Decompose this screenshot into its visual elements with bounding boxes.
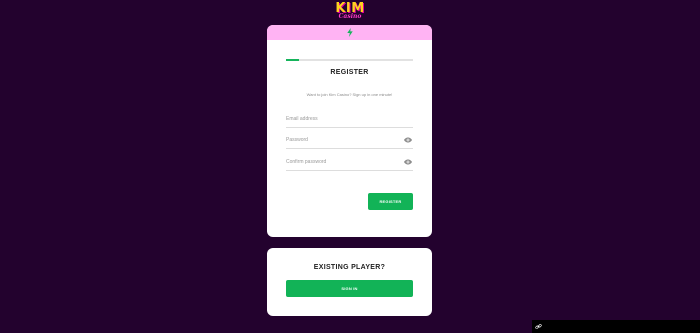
sign-in-button[interactable]: SIGN IN bbox=[286, 280, 413, 297]
email-field-wrapper bbox=[286, 111, 413, 128]
registration-progress bbox=[286, 59, 413, 61]
confirm-password-field-wrapper bbox=[286, 154, 413, 171]
eye-icon[interactable] bbox=[404, 159, 412, 165]
lightning-bolt-icon bbox=[346, 28, 353, 37]
register-card-header bbox=[267, 25, 432, 40]
register-card: REGISTER Want to join Kim Casino? Sign u… bbox=[267, 25, 432, 237]
eye-icon[interactable] bbox=[404, 137, 412, 143]
email-field[interactable] bbox=[286, 111, 398, 127]
registration-progress-fill bbox=[286, 59, 299, 61]
link-status-bar bbox=[532, 320, 700, 333]
confirm-password-field[interactable] bbox=[286, 154, 398, 170]
link-icon[interactable] bbox=[535, 323, 542, 330]
site-logo[interactable]: KIM Casino bbox=[330, 2, 370, 20]
register-button[interactable]: REGISTER bbox=[368, 193, 413, 210]
register-title: REGISTER bbox=[330, 69, 369, 76]
password-field-wrapper bbox=[286, 132, 413, 149]
register-subtitle: Want to join Kim Casino? Sign up in one … bbox=[306, 92, 393, 97]
existing-player-card: EXISTING PLAYER? SIGN IN bbox=[267, 248, 432, 316]
password-field[interactable] bbox=[286, 132, 398, 148]
existing-player-title: EXISTING PLAYER? bbox=[313, 264, 386, 271]
